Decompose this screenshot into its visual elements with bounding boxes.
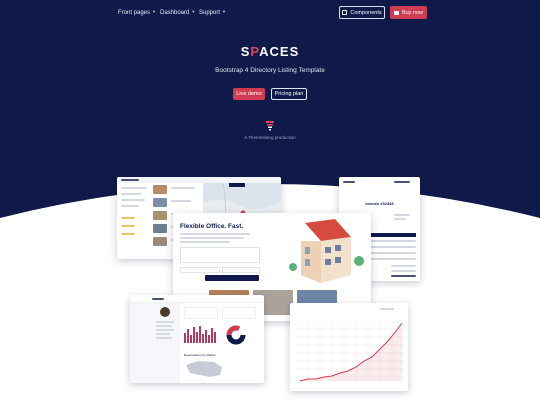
listing-thumbnail xyxy=(153,185,167,194)
avatar xyxy=(160,307,170,317)
live-demo-button[interactable]: Live demo xyxy=(233,88,265,100)
chevron-down-icon: ▼ xyxy=(152,9,156,14)
preview-dashboard: Reservations by Market xyxy=(130,295,264,383)
listing-thumbnail xyxy=(153,198,167,207)
logo-letter-p: P xyxy=(250,44,260,59)
preview-search-button xyxy=(205,275,259,281)
preview-text xyxy=(156,329,174,331)
nav-support[interactable]: Support ▼ xyxy=(199,9,226,16)
preview-rating xyxy=(121,217,135,219)
pricing-plan-button[interactable]: Pricing plan xyxy=(271,88,307,100)
logo-letter-s: S xyxy=(240,44,251,59)
preview-rating xyxy=(121,233,135,235)
preview-text xyxy=(180,237,244,239)
preview-text xyxy=(121,199,145,201)
invoice-title: Invoice #32345 xyxy=(365,201,394,206)
preview-text xyxy=(156,337,172,339)
invoice-total xyxy=(391,265,416,267)
nav-front-pages[interactable]: Front pages ▼ xyxy=(118,9,156,16)
components-button[interactable]: Components xyxy=(339,6,385,19)
themesberg-logo-icon xyxy=(266,121,274,131)
buy-now-button[interactable]: Buy now xyxy=(390,6,427,19)
preview-text xyxy=(121,205,139,207)
preview-text xyxy=(394,181,410,183)
nav-dashboard[interactable]: Dashboard ▼ xyxy=(160,9,195,16)
preview-rating xyxy=(121,225,135,227)
chevron-down-icon: ▼ xyxy=(222,9,226,14)
donut-chart xyxy=(226,325,246,345)
logo-letters-aces: ACES xyxy=(259,44,300,59)
stat-card xyxy=(184,307,218,319)
cart-icon xyxy=(393,10,399,15)
preview-text xyxy=(121,193,141,195)
preview-text xyxy=(171,187,195,189)
production-credit: A Themesberg production xyxy=(244,135,296,140)
preview-search-box xyxy=(180,247,260,263)
listing-title: Flexible Office. Fast. xyxy=(180,223,244,230)
preview-text xyxy=(156,325,172,327)
grid-icon xyxy=(342,10,348,15)
preview-chart xyxy=(290,303,408,391)
preview-text xyxy=(156,333,170,335)
nav-support-label: Support xyxy=(199,10,221,16)
building-illustration xyxy=(289,219,364,283)
preview-logo xyxy=(152,298,164,300)
dashboard-map-title: Reservations by Market xyxy=(184,353,216,357)
growth-chart xyxy=(296,321,404,382)
buy-now-label: Buy now xyxy=(401,9,424,16)
preview-text xyxy=(171,200,191,202)
preview-text xyxy=(156,321,174,323)
nav-front-pages-label: Front pages xyxy=(118,10,151,16)
chevron-down-icon: ▼ xyxy=(191,9,196,14)
listing-thumbnail xyxy=(153,224,167,233)
listing-thumbnail xyxy=(153,237,167,246)
dashboard-sidebar xyxy=(130,303,180,383)
preview-text xyxy=(180,241,230,243)
stat-card xyxy=(222,307,256,319)
preview-field xyxy=(222,267,260,273)
invoice-total xyxy=(391,270,416,272)
listing-thumbnail xyxy=(153,211,167,220)
dashboard-topbar xyxy=(130,295,264,303)
preview-logo xyxy=(343,181,355,183)
preview-logo xyxy=(121,179,139,181)
preview-field xyxy=(180,267,220,273)
preview-text xyxy=(394,218,406,220)
preview-text xyxy=(180,233,250,235)
bar-chart xyxy=(184,326,216,343)
components-button-label: Components xyxy=(350,9,382,16)
preview-text xyxy=(121,187,147,189)
us-map xyxy=(186,361,222,377)
preview-text xyxy=(394,214,410,216)
spaces-logo: SPACES xyxy=(0,44,540,59)
nav-dashboard-label: Dashboard xyxy=(160,10,190,16)
invoice-total xyxy=(391,275,416,277)
top-navigation: Front pages ▼ Dashboard ▼ Support ▼ xyxy=(0,6,540,20)
hero-subtitle: Bootstrap 4 Directory Listing Template xyxy=(215,67,325,74)
chart-filter xyxy=(380,308,394,310)
